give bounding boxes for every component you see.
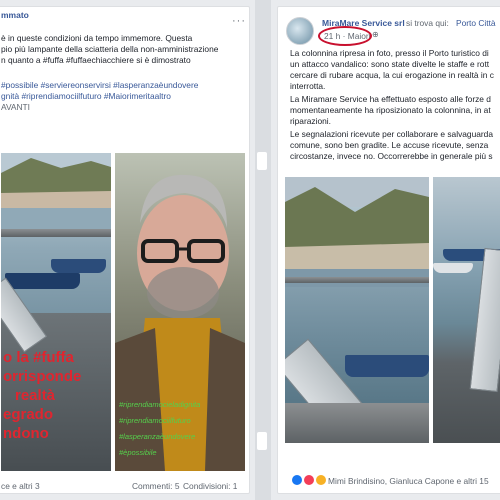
post-text-line: è in queste condizioni da tempo immemore…	[1, 33, 193, 43]
standing-water-column	[469, 247, 500, 393]
boat	[51, 259, 106, 273]
hashtag-overlay: #riprendiamocieladignita	[119, 400, 201, 409]
reactions-summary[interactable]: Mimi Brindisino, Gianluca Capone e altri…	[328, 476, 489, 486]
wow-icon	[316, 475, 326, 485]
overlay-text: egrado	[3, 406, 54, 423]
left-post: mmato ··· è in queste condizioni da temp…	[0, 6, 250, 494]
overlay-text: ndono	[3, 425, 49, 442]
right-post: MiraMare Service srl si trova qui: Porto…	[277, 6, 500, 494]
post-text-line: interrotta.	[290, 81, 326, 91]
portrait-photo[interactable]: #riprendiamocieladignita #riprendiamocii…	[115, 153, 245, 471]
like-icon	[292, 475, 302, 485]
post-text-line: n quanto a #fuffa #fuffaechiacchiere si …	[1, 55, 191, 65]
post-text-line: La Miramare Service ha effettuato espost…	[290, 94, 491, 104]
overlay-text: realtà	[15, 387, 56, 404]
harbor-column-photo[interactable]	[285, 177, 429, 443]
overlay-text: o la #fuffa	[3, 349, 74, 366]
more-options-icon[interactable]: ···	[232, 15, 246, 27]
boat	[433, 263, 473, 273]
overlay-text: orrisponde	[3, 368, 82, 385]
shares-count[interactable]: Condivisioni: 1	[183, 481, 237, 491]
post-text-line: Le segnalazioni ricevute per collaborare…	[290, 129, 493, 139]
harbor-photo[interactable]: o la #fuffa orrisponde realtà egrado ndo…	[1, 153, 111, 471]
post-text-line: circostanze, invece no. Occorrerebbe in …	[290, 151, 493, 161]
reactions-summary[interactable]: ce e altri 3	[1, 481, 40, 491]
highlight-circle	[318, 26, 372, 46]
hashtag-overlay: #èpossibile	[119, 448, 157, 457]
love-icon	[304, 475, 314, 485]
post-author[interactable]: mmato	[1, 10, 29, 20]
reactions-icons[interactable]	[292, 475, 326, 485]
post-text-line: riparazioni.	[290, 116, 331, 126]
boat	[5, 273, 80, 289]
post-text-line: comune, sono ben gradite. Le accuse rice…	[290, 140, 489, 150]
scrollbar-thumb[interactable]	[257, 152, 267, 170]
post-text-line: pio più lampante della sciatteria della …	[1, 44, 219, 54]
hashtag-line[interactable]: #possibile #serviereonservirsi #lasperan…	[1, 80, 198, 90]
harbor-closeup-photo[interactable]	[433, 177, 500, 443]
avatar[interactable]	[286, 17, 314, 45]
boat	[345, 355, 429, 377]
location-link[interactable]: Porto Città	[456, 18, 496, 28]
divider	[255, 0, 271, 500]
breakwater	[1, 229, 111, 237]
quay	[285, 403, 429, 443]
scrollbar-thumb[interactable]	[257, 432, 267, 450]
see-more-link[interactable]: AVANTI	[1, 102, 30, 112]
mountain-shape	[285, 177, 429, 287]
hashtag-overlay: #riprendiamociilfuturo	[119, 416, 191, 425]
post-text-line: cercare di rubare acqua, la cui erogazio…	[290, 70, 494, 80]
post-text-line: La colonnina ripresa in foto, presso il …	[290, 48, 489, 58]
post-text-line: un attacco vandalico: sono state divelte…	[290, 59, 490, 69]
breakwater	[285, 277, 429, 283]
hashtag-line[interactable]: gnità #riprendiamociilfuturo #Maiorimeri…	[1, 91, 171, 101]
location-prefix: si trova qui:	[406, 18, 449, 28]
globe-icon: ⊕	[372, 30, 379, 39]
post-text-line: momentaneamente ha riposizionato la colo…	[290, 105, 491, 115]
hashtag-overlay: #lasperanzaèundovere	[119, 432, 196, 441]
mountain-shape	[1, 153, 111, 233]
comments-count[interactable]: Commenti: 5	[132, 481, 179, 491]
